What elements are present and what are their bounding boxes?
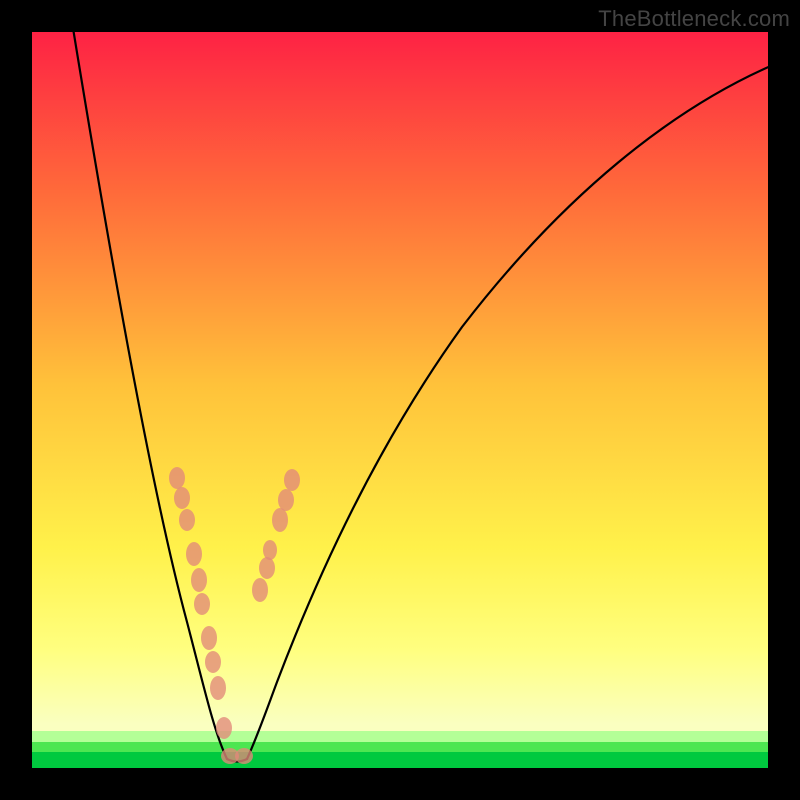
data-marker	[201, 626, 217, 650]
data-marker	[235, 748, 253, 764]
data-marker	[191, 568, 207, 592]
curve-right-curve	[247, 62, 768, 759]
data-marker	[210, 676, 226, 700]
data-marker	[205, 651, 221, 673]
data-marker	[194, 593, 210, 615]
data-marker	[179, 509, 195, 531]
data-marker	[174, 487, 190, 509]
markers-group	[169, 467, 300, 764]
curve-left-curve	[72, 32, 227, 759]
data-marker	[252, 578, 268, 602]
data-marker	[169, 467, 185, 489]
curves-group	[72, 32, 768, 762]
data-marker	[272, 508, 288, 532]
chart-frame	[32, 32, 768, 768]
data-marker	[284, 469, 300, 491]
data-marker	[278, 489, 294, 511]
plot-svg	[32, 32, 768, 768]
watermark-text: TheBottleneck.com	[598, 6, 790, 32]
data-marker	[186, 542, 202, 566]
data-marker	[263, 540, 277, 560]
data-marker	[259, 557, 275, 579]
data-marker	[216, 717, 232, 739]
